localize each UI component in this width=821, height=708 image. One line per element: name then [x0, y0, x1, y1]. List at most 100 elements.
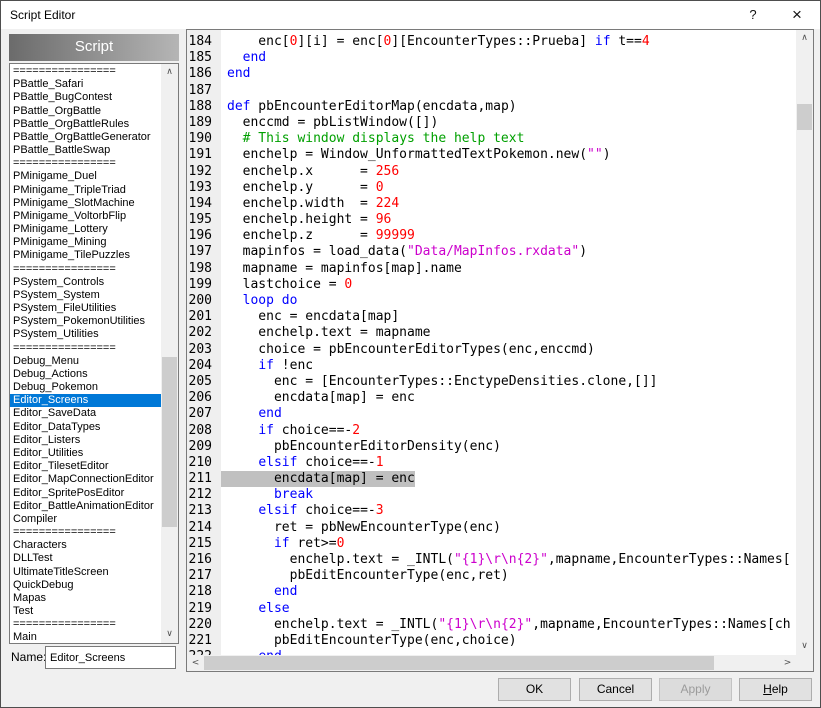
script-list-item[interactable]: Editor_Screens	[10, 394, 161, 407]
script-list-item[interactable]: Editor_BattleAnimationEditor	[10, 500, 161, 513]
script-list-item[interactable]: PSystem_System	[10, 289, 161, 302]
close-icon[interactable]: ×	[780, 1, 814, 29]
script-list-item[interactable]: PSystem_Utilities	[10, 328, 161, 341]
script-list-item[interactable]: PBattle_BattleSwap	[10, 144, 161, 157]
code-line[interactable]: 200 loop do	[187, 293, 796, 309]
script-list-item[interactable]: PMinigame_VoltorbFlip	[10, 210, 161, 223]
code-line[interactable]: 208 if choice==-2	[187, 423, 796, 439]
script-list-item[interactable]: Characters	[10, 539, 161, 552]
scroll-up-icon[interactable]: ∧	[796, 30, 813, 47]
code-line[interactable]: 188def pbEncounterEditorMap(encdata,map)	[187, 99, 796, 115]
help-button[interactable]: Help	[739, 678, 812, 701]
script-list-item[interactable]: Editor_Listers	[10, 434, 161, 447]
code-line[interactable]: 195 enchelp.height = 96	[187, 212, 796, 228]
script-list-item[interactable]: PMinigame_TilePuzzles	[10, 249, 161, 262]
code-line[interactable]: 184 enc[0][i] = enc[0][EncounterTypes::P…	[187, 34, 796, 50]
code-line[interactable]: 209 pbEncounterEditorDensity(enc)	[187, 439, 796, 455]
editor-vscroll-thumb[interactable]	[797, 104, 812, 130]
code-line[interactable]: 219 else	[187, 601, 796, 617]
code-line[interactable]: 194 enchelp.width = 224	[187, 196, 796, 212]
script-list-item[interactable]: PBattle_OrgBattle	[10, 105, 161, 118]
editor-vertical-scrollbar[interactable]: ∧ ∨	[796, 30, 813, 655]
code-line[interactable]: 202 enchelp.text = mapname	[187, 325, 796, 341]
code-line[interactable]: 198 mapname = mapinfos[map].name	[187, 261, 796, 277]
code-line[interactable]: 216 enchelp.text = _INTL("{1}\r\n{2}",ma…	[187, 552, 796, 568]
cancel-button[interactable]: Cancel	[579, 678, 652, 701]
code-line[interactable]: 193 enchelp.y = 0	[187, 180, 796, 196]
script-list-item[interactable]: UltimateTitleScreen	[10, 566, 161, 579]
list-scrollbar[interactable]: ∧ ∨	[161, 64, 178, 643]
code-line[interactable]: 213 elsif choice==-3	[187, 503, 796, 519]
code-line[interactable]: 217 pbEditEncounterType(enc,ret)	[187, 568, 796, 584]
script-list-item[interactable]: PMinigame_Mining	[10, 236, 161, 249]
code-line[interactable]: 210 elsif choice==-1	[187, 455, 796, 471]
code-line[interactable]: 199 lastchoice = 0	[187, 277, 796, 293]
script-list-item[interactable]: PSystem_PokemonUtilities	[10, 315, 161, 328]
scroll-down-icon[interactable]: ∨	[796, 638, 813, 655]
editor-horizontal-scrollbar[interactable]: < >	[187, 655, 796, 671]
script-list-item[interactable]: PMinigame_TripleTriad	[10, 184, 161, 197]
code-line[interactable]: 204 if !enc	[187, 358, 796, 374]
code-line[interactable]: 220 enchelp.text = _INTL("{1}\r\n{2}",ma…	[187, 617, 796, 633]
script-list-item[interactable]: Debug_Actions	[10, 368, 161, 381]
script-list-item[interactable]: PMinigame_SlotMachine	[10, 197, 161, 210]
script-list-item[interactable]: PBattle_Safari	[10, 78, 161, 91]
scroll-right-icon[interactable]: >	[779, 655, 796, 671]
code-line[interactable]: 207 end	[187, 406, 796, 422]
script-list-item[interactable]: Mapas	[10, 592, 161, 605]
script-list-item[interactable]: Editor_SpritePosEditor	[10, 487, 161, 500]
script-list-item[interactable]: PMinigame_Lottery	[10, 223, 161, 236]
code-line[interactable]: 201 enc = encdata[map]	[187, 309, 796, 325]
code-line[interactable]: 212 break	[187, 487, 796, 503]
code-line[interactable]: 189 enccmd = pbListWindow([])	[187, 115, 796, 131]
script-list-item[interactable]: ================	[10, 65, 161, 78]
script-list-item[interactable]: Editor_DataTypes	[10, 421, 161, 434]
script-list-item[interactable]: Main	[10, 631, 161, 643]
code-line[interactable]: 197 mapinfos = load_data("Data/MapInfos.…	[187, 244, 796, 260]
code-line[interactable]: 215 if ret>=0	[187, 536, 796, 552]
code-line[interactable]: 205 enc = [EncounterTypes::EnctypeDensit…	[187, 374, 796, 390]
code-line[interactable]: 221 pbEditEncounterType(enc,choice)	[187, 633, 796, 649]
script-list-item[interactable]: Editor_MapConnectionEditor	[10, 473, 161, 486]
script-list-item[interactable]: Compiler	[10, 513, 161, 526]
code-editor[interactable]: 184 enc[0][i] = enc[0][EncounterTypes::P…	[186, 29, 814, 672]
scroll-down-icon[interactable]: ∨	[161, 626, 178, 643]
script-list-item[interactable]: PBattle_OrgBattleGenerator	[10, 131, 161, 144]
script-list-item[interactable]: ================	[10, 157, 161, 170]
ok-button[interactable]: OK	[498, 678, 571, 701]
script-list-item[interactable]: PMinigame_Duel	[10, 170, 161, 183]
script-list-item[interactable]: ================	[10, 263, 161, 276]
scroll-left-icon[interactable]: <	[187, 655, 204, 671]
code-line[interactable]: 192 enchelp.x = 256	[187, 164, 796, 180]
script-list-item[interactable]: ================	[10, 618, 161, 631]
list-scrollbar-thumb[interactable]	[162, 357, 177, 527]
script-list-item[interactable]: ================	[10, 342, 161, 355]
name-input[interactable]	[45, 646, 176, 669]
script-list-item[interactable]: Test	[10, 605, 161, 618]
code-line[interactable]: 187	[187, 83, 796, 99]
script-list-item[interactable]: PBattle_OrgBattleRules	[10, 118, 161, 131]
apply-button[interactable]: Apply	[659, 678, 732, 701]
code-line[interactable]: 186end	[187, 66, 796, 82]
scroll-up-icon[interactable]: ∧	[161, 64, 178, 81]
editor-hscroll-thumb[interactable]	[204, 656, 714, 670]
code-line[interactable]: 211 encdata[map] = enc	[187, 471, 796, 487]
script-list-item[interactable]: Editor_TilesetEditor	[10, 460, 161, 473]
code-line[interactable]: 196 enchelp.z = 99999	[187, 228, 796, 244]
code-line[interactable]: 203 choice = pbEncounterEditorTypes(enc,…	[187, 342, 796, 358]
script-list-item[interactable]: DLLTest	[10, 552, 161, 565]
script-list-item[interactable]: Debug_Pokemon	[10, 381, 161, 394]
code-line[interactable]: 190 # This window displays the help text	[187, 131, 796, 147]
script-list-item[interactable]: PSystem_FileUtilities	[10, 302, 161, 315]
script-list-item[interactable]: Editor_Utilities	[10, 447, 161, 460]
script-list-item[interactable]: PBattle_BugContest	[10, 91, 161, 104]
code-area[interactable]: 184 enc[0][i] = enc[0][EncounterTypes::P…	[187, 30, 796, 655]
code-line[interactable]: 206 encdata[map] = enc	[187, 390, 796, 406]
code-line[interactable]: 218 end	[187, 584, 796, 600]
help-icon[interactable]: ?	[736, 1, 770, 29]
script-list-item[interactable]: PSystem_Controls	[10, 276, 161, 289]
script-list-item[interactable]: Editor_SaveData	[10, 407, 161, 420]
code-line[interactable]: 214 ret = pbNewEncounterType(enc)	[187, 520, 796, 536]
script-list-item[interactable]: QuickDebug	[10, 579, 161, 592]
script-list-item[interactable]: ================	[10, 526, 161, 539]
